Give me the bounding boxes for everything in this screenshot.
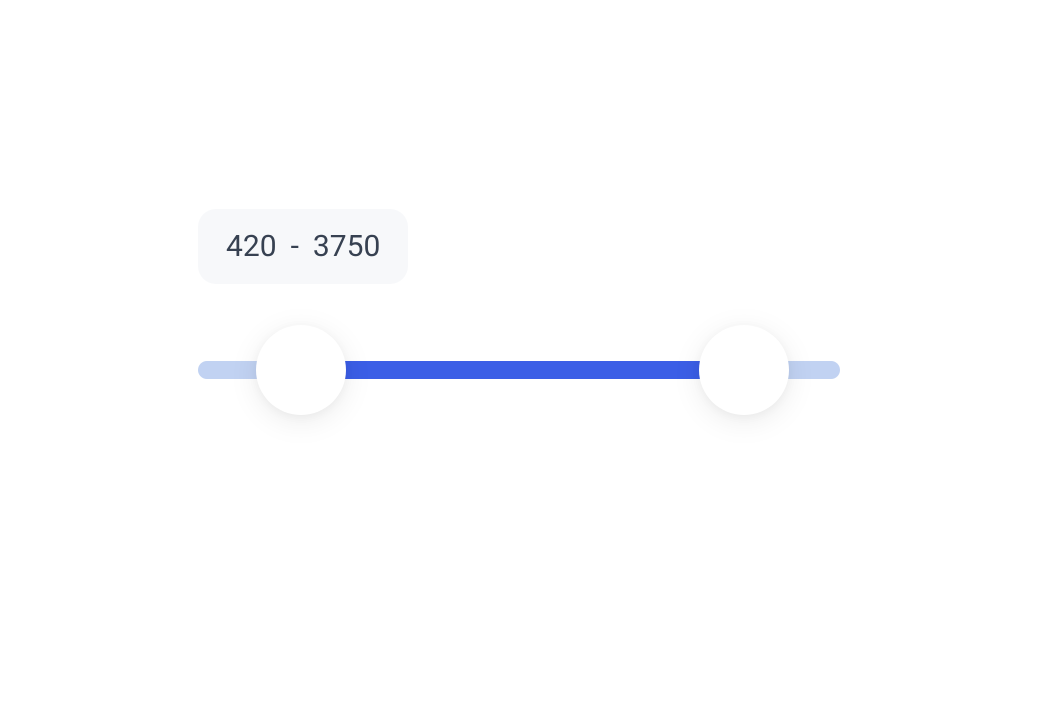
slider-track [301,361,744,379]
slider-handle-low[interactable] [256,325,346,415]
slider-handle-high[interactable] [699,325,789,415]
range-high-value: 3750 [313,229,380,264]
range-separator: - [291,229,299,264]
range-low-value: 420 [226,229,277,264]
range-slider[interactable] [198,361,840,379]
range-value-badge: 420 - 3750 [198,209,408,284]
